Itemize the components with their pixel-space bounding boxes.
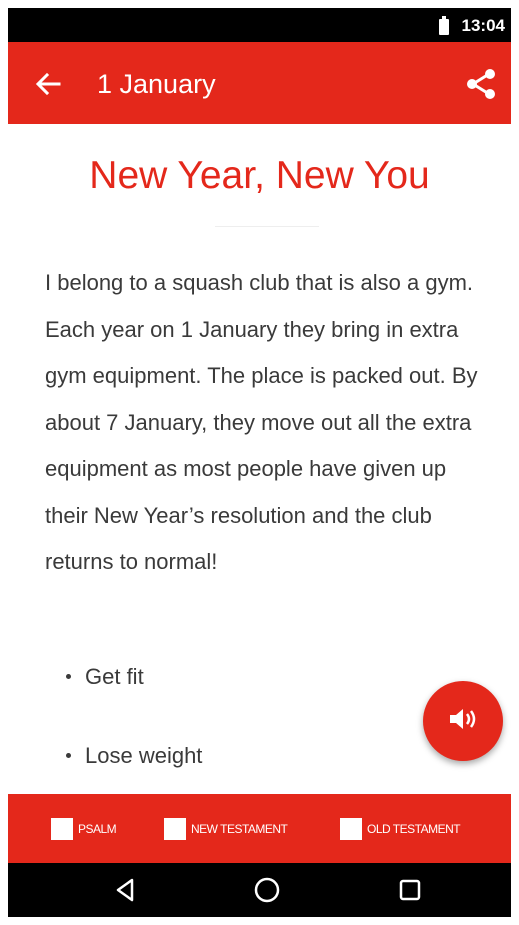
title-divider [215,226,319,227]
back-triangle-icon[interactable] [110,875,140,905]
list-item: Lose weight [45,741,202,771]
psalm-label: PSALM [78,822,117,836]
back-arrow-icon[interactable] [30,66,66,102]
phone-screen: 13:04 1 January New Year, New You I belo… [8,8,511,917]
old-testament-checkbox[interactable]: OLD TESTAMENT [340,818,461,840]
battery-icon [439,16,449,35]
app-bar: 1 January [8,42,511,124]
home-circle-icon[interactable] [252,875,282,905]
reading-filter-bar: PSALM NEW TESTAMENT OLD TESTAMENT [8,794,511,863]
system-nav-bar [8,863,511,917]
list-item-label: Get fit [85,664,144,689]
list-item-label: Lose weight [85,743,203,768]
audio-play-button[interactable] [423,681,503,761]
devotion-body: I belong to a squash club that is also a… [45,270,478,574]
checkbox-icon[interactable] [340,818,362,840]
devotion-title: New Year, New You [89,154,430,197]
bullet-dot-icon [66,752,71,758]
share-icon[interactable] [461,64,501,104]
checkbox-icon[interactable] [164,818,186,840]
app-bar-title: 1 January [97,69,216,99]
bullet-dot-icon [66,673,71,679]
status-bar: 13:04 [8,8,511,42]
new-testament-checkbox[interactable]: NEW TESTAMENT [164,818,288,840]
status-time: 13:04 [461,16,505,35]
checkbox-icon[interactable] [51,818,73,840]
recents-square-icon[interactable] [395,875,425,905]
old-testament-label: OLD TESTAMENT [367,822,461,836]
new-testament-label: NEW TESTAMENT [191,822,288,836]
psalm-checkbox[interactable]: PSALM [51,818,117,840]
speaker-icon [447,705,479,738]
list-item: Get fit [45,662,144,692]
